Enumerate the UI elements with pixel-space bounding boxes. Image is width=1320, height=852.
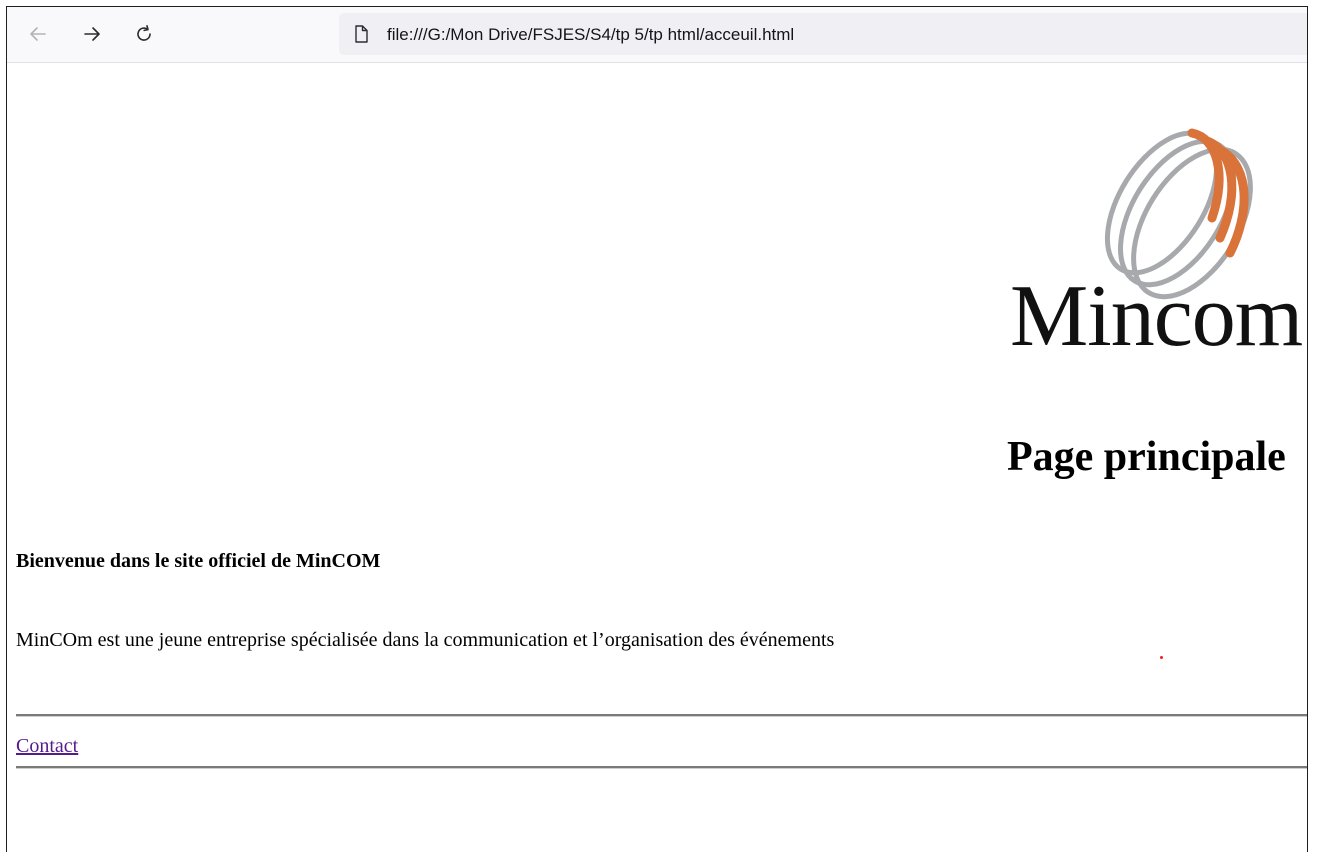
page-content: Mincom Page principale Bienvenue dans le…: [7, 63, 1307, 852]
browser-toolbar: file:///G:/Mon Drive/FSJES/S4/tp 5/tp ht…: [7, 7, 1307, 63]
stray-dot: [1160, 656, 1163, 659]
welcome-heading: Bienvenue dans le site officiel de MinCO…: [16, 550, 381, 572]
arrow-right-icon: [84, 27, 100, 41]
back-button[interactable]: [23, 19, 53, 49]
page-title: Page principale: [1007, 434, 1286, 480]
reload-icon: [137, 25, 151, 41]
divider-bottom: [16, 766, 1307, 769]
company-description: MinCOm est une jeune entreprise spéciali…: [16, 629, 835, 651]
arrow-left-icon: [30, 27, 46, 41]
url-text[interactable]: file:///G:/Mon Drive/FSJES/S4/tp 5/tp ht…: [387, 25, 794, 45]
document-icon: [355, 25, 368, 43]
logo-wordmark: Mincom: [1010, 268, 1303, 365]
browser-window: file:///G:/Mon Drive/FSJES/S4/tp 5/tp ht…: [6, 6, 1308, 852]
reload-button[interactable]: [129, 19, 159, 49]
forward-button[interactable]: [77, 19, 107, 49]
contact-link[interactable]: Contact: [16, 735, 78, 758]
address-bar[interactable]: file:///G:/Mon Drive/FSJES/S4/tp 5/tp ht…: [339, 13, 1307, 55]
divider-top: [16, 714, 1307, 717]
